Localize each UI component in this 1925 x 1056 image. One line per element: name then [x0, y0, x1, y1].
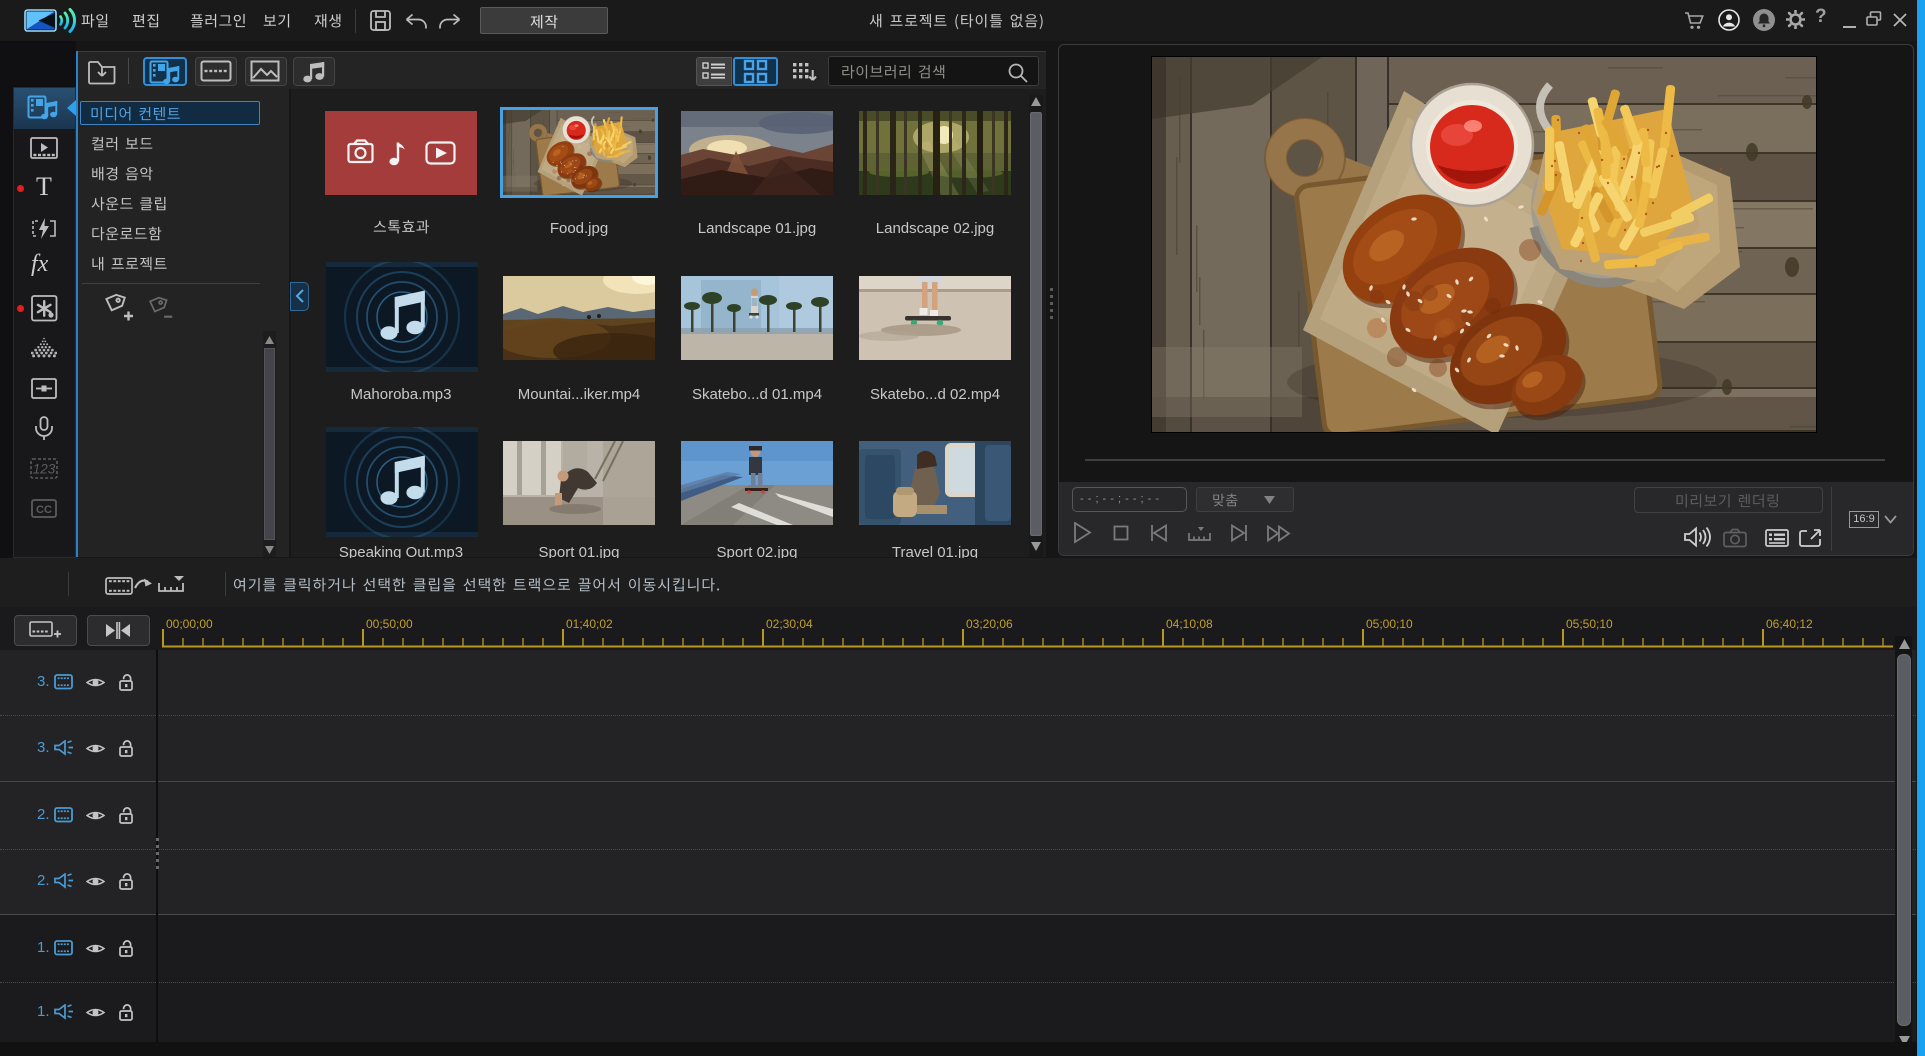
svg-text:CC: CC — [36, 504, 52, 516]
svg-text:123: 123 — [33, 462, 56, 477]
